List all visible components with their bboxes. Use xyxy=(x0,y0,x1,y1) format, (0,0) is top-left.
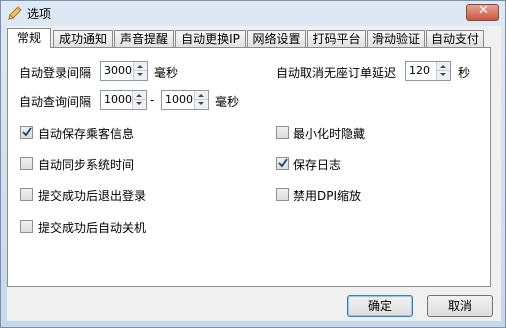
pencil-icon xyxy=(7,5,23,21)
disable-dpi-scaling-label[interactable]: 禁用DPI缩放 xyxy=(293,187,361,204)
spin-arrows-icon[interactable] xyxy=(132,91,146,109)
tab-captcha-platform[interactable]: 打码平台 xyxy=(307,30,366,47)
cancel-delay-spinbox[interactable]: 120 xyxy=(405,61,451,81)
tab-strip: 常规 成功通知 声音提醒 自动更换IP 网络设置 打码平台 滑动验证 自动支付 xyxy=(7,28,501,48)
ok-button[interactable]: 确定 xyxy=(347,295,413,317)
checkmark-icon xyxy=(278,158,288,168)
title-bar[interactable]: 选项 ✕ xyxy=(1,1,505,25)
save-passenger-label[interactable]: 自动保存乘客信息 xyxy=(38,125,134,142)
tab-network-settings[interactable]: 网络设置 xyxy=(247,30,306,47)
tab-slide-verify[interactable]: 滑动验证 xyxy=(367,30,425,47)
query-interval-min-value: 1000 xyxy=(104,93,132,106)
tab-success-notify[interactable]: 成功通知 xyxy=(53,30,113,47)
client-area: 常规 成功通知 声音提醒 自动更换IP 网络设置 打码平台 滑动验证 自动支付 … xyxy=(7,26,501,321)
query-interval-max-value: 1000 xyxy=(165,93,193,106)
login-interval-value: 3000 xyxy=(104,64,132,77)
cancel-delay-value: 120 xyxy=(409,64,430,77)
login-interval-label: 自动登录间隔 xyxy=(19,66,92,80)
options-dialog: 选项 ✕ 常规 成功通知 声音提醒 自动更换IP 网络设置 打码平台 滑动验证 … xyxy=(0,0,506,328)
spin-arrows-icon[interactable] xyxy=(194,91,208,109)
tab-general[interactable]: 常规 xyxy=(7,28,51,48)
query-interval-min-spinbox[interactable]: 1000 xyxy=(100,90,147,110)
hide-on-minimize-label[interactable]: 最小化时隐藏 xyxy=(293,125,365,142)
query-interval-max-spinbox[interactable]: 1000 xyxy=(161,90,209,110)
tab-auto-change-ip[interactable]: 自动更换IP xyxy=(175,30,246,47)
sync-time-label[interactable]: 自动同步系统时间 xyxy=(38,156,134,173)
tab-auto-pay[interactable]: 自动支付 xyxy=(426,30,484,47)
save-log-label[interactable]: 保存日志 xyxy=(293,156,341,173)
hide-on-minimize-checkbox[interactable] xyxy=(276,126,289,139)
cancel-button[interactable]: 取消 xyxy=(427,295,493,317)
checkmark-icon xyxy=(22,127,32,137)
logout-after-submit-label[interactable]: 提交成功后退出登录 xyxy=(38,187,146,204)
logout-after-submit-checkbox[interactable] xyxy=(20,188,33,201)
query-interval-label: 自动查询间隔 xyxy=(19,95,92,109)
window-title: 选项 xyxy=(27,7,52,21)
save-log-checkbox[interactable] xyxy=(276,157,289,170)
save-passenger-checkbox[interactable] xyxy=(20,126,33,139)
login-interval-unit: 毫秒 xyxy=(154,66,179,80)
close-button[interactable]: ✕ xyxy=(466,3,499,21)
sync-time-checkbox[interactable] xyxy=(20,157,33,170)
query-interval-unit: 毫秒 xyxy=(215,95,240,109)
tab-sound-alert[interactable]: 声音提醒 xyxy=(114,30,174,47)
shutdown-after-submit-label[interactable]: 提交成功后自动关机 xyxy=(38,219,146,236)
disable-dpi-scaling-checkbox[interactable] xyxy=(276,188,289,201)
spin-arrows-icon[interactable] xyxy=(133,62,147,80)
spin-arrows-icon[interactable] xyxy=(436,62,450,80)
close-icon: ✕ xyxy=(478,3,489,18)
cancel-delay-unit: 秒 xyxy=(458,66,471,80)
login-interval-spinbox[interactable]: 3000 xyxy=(100,61,148,81)
range-separator: - xyxy=(150,93,155,107)
general-panel: 自动登录间隔 3000 毫秒 自动取消无座订单延迟 120 秒 自动查询间隔 1… xyxy=(7,47,491,287)
shutdown-after-submit-checkbox[interactable] xyxy=(20,220,33,233)
cancel-delay-label: 自动取消无座订单延迟 xyxy=(276,66,397,80)
